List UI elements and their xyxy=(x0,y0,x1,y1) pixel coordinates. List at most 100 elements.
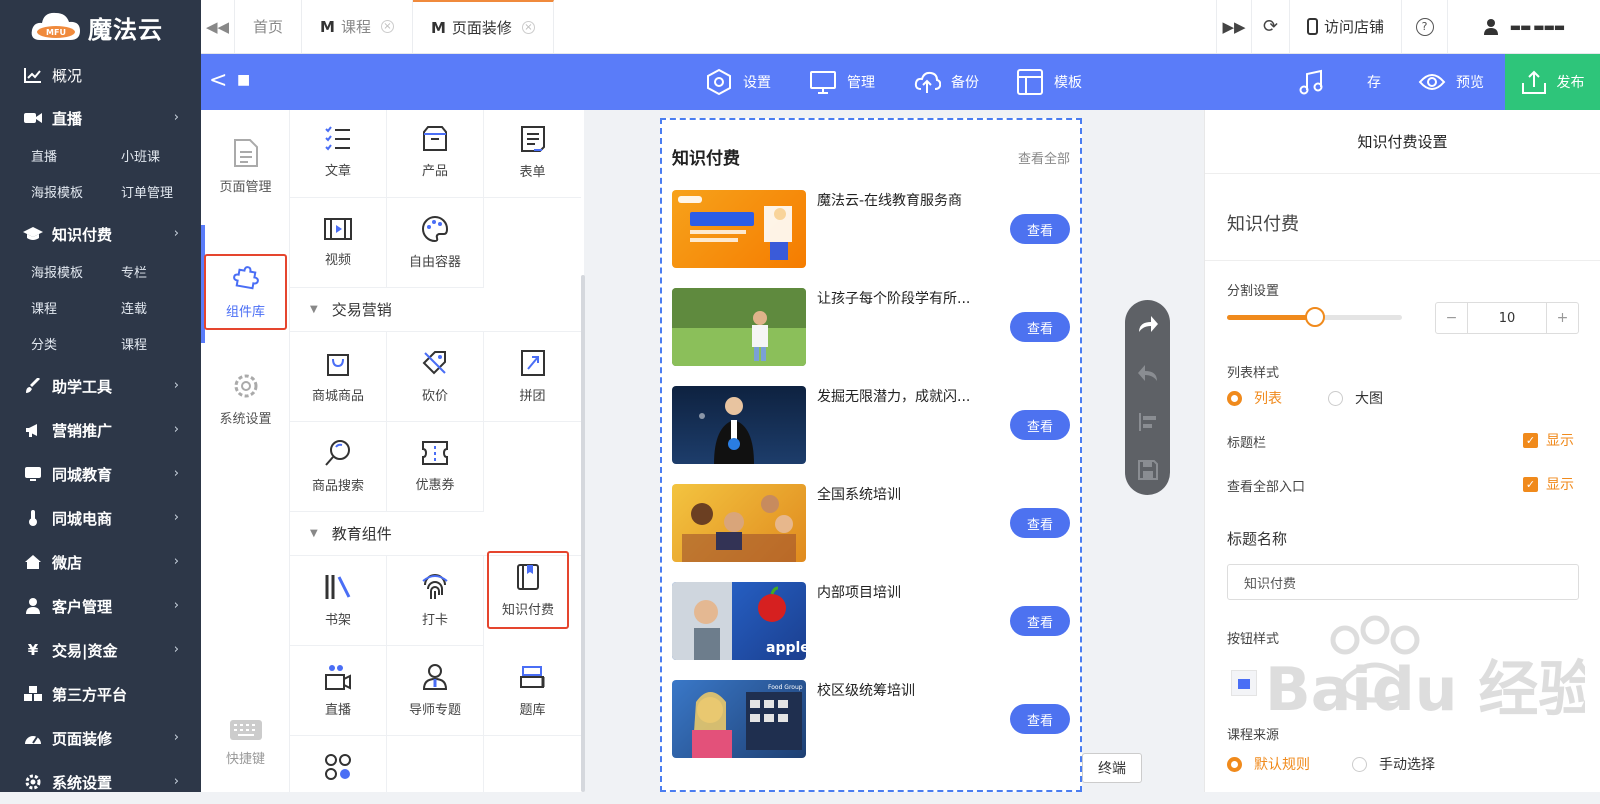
back-button[interactable]: < xyxy=(209,68,227,93)
nav-item-local-edu[interactable]: 同城教育 › xyxy=(0,452,201,496)
divider-slider[interactable] xyxy=(1227,307,1402,327)
view-button[interactable]: 查看 xyxy=(1010,606,1070,636)
save-button[interactable]: 存 xyxy=(1367,54,1381,110)
redo-button[interactable] xyxy=(1125,300,1170,348)
nav-item-trade-funds[interactable]: ¥ 交易|资金 › xyxy=(0,628,201,672)
shortcuts-button[interactable]: 快捷键 xyxy=(201,720,290,767)
component-lib-button[interactable]: 组件库 xyxy=(204,254,287,330)
list-item[interactable]: 全国系统培训 查看 xyxy=(672,484,1070,564)
nav-item-customers[interactable]: 客户管理 › xyxy=(0,584,201,628)
visit-store-button[interactable]: 访问店铺 xyxy=(1290,0,1402,53)
scroll-right-button[interactable]: ▶▶ xyxy=(1216,0,1252,53)
slider-handle[interactable] xyxy=(1304,307,1325,327)
undo-button[interactable] xyxy=(1125,349,1170,397)
list-item[interactable]: apple 内部项目培训 查看 xyxy=(672,582,1070,662)
sub-item[interactable]: 海报模板 xyxy=(31,256,121,292)
component-video[interactable]: 视频 xyxy=(290,198,387,288)
radio-list[interactable] xyxy=(1227,390,1242,406)
nav-item-system-settings[interactable]: 系统设置 › xyxy=(0,760,201,804)
radio-big-image[interactable] xyxy=(1328,390,1343,406)
component-article[interactable]: 文章 xyxy=(290,110,387,198)
refresh-button[interactable]: ⟳ xyxy=(1252,0,1290,53)
see-all-toggle[interactable]: ✓ 显示 xyxy=(1523,474,1574,494)
close-icon[interactable]: × xyxy=(521,21,535,34)
radio-manual-select[interactable] xyxy=(1352,756,1367,772)
sub-item[interactable]: 课程 xyxy=(31,292,121,328)
component-knowledge-paid[interactable]: 知识付费 xyxy=(487,551,569,629)
music-button[interactable] xyxy=(1297,54,1325,110)
sub-item[interactable]: 分类 xyxy=(31,328,121,364)
title-name-input[interactable] xyxy=(1227,564,1579,600)
component-live[interactable]: 直播 xyxy=(290,646,387,736)
close-icon[interactable]: × xyxy=(380,20,394,33)
view-button[interactable]: 查看 xyxy=(1010,410,1070,440)
view-button[interactable]: 查看 xyxy=(1010,508,1070,538)
nav-item-overview[interactable]: 概况 xyxy=(0,54,201,96)
view-button[interactable]: 查看 xyxy=(1010,312,1070,342)
nav-item-page-decor[interactable]: 页面装修 › xyxy=(0,716,201,760)
align-button[interactable] xyxy=(1125,398,1170,446)
sub-item[interactable]: 直播 xyxy=(31,140,121,176)
preview-button[interactable]: 预览 xyxy=(1418,54,1484,110)
nav-item-live[interactable]: 直播 › xyxy=(0,96,201,140)
view-button[interactable]: 查看 xyxy=(1010,214,1070,244)
component-group-buy[interactable]: 拼团 xyxy=(484,332,581,422)
radio-default-rule[interactable] xyxy=(1227,756,1242,772)
view-button[interactable]: 查看 xyxy=(1010,704,1070,734)
tab-course[interactable]: M 课程 × xyxy=(302,0,413,53)
nav-item-third-party[interactable]: 第三方平台 xyxy=(0,672,201,716)
title-bar-toggle[interactable]: ✓ 显示 xyxy=(1523,430,1574,450)
component-form[interactable]: 表单 xyxy=(484,110,581,198)
settings-button[interactable]: 设置 xyxy=(705,54,771,110)
tab-home[interactable]: 首页 xyxy=(235,0,303,53)
section-trade-marketing[interactable]: ▼ 交易营销 xyxy=(290,288,584,332)
component-coupon[interactable]: 优惠券 xyxy=(387,422,484,512)
nav-item-local-ecom[interactable]: 同城电商 › xyxy=(0,496,201,540)
component-question-bank[interactable]: 题库 xyxy=(484,646,581,736)
sub-item[interactable]: 小班课 xyxy=(121,140,211,176)
list-item[interactable]: Food Group 校区级统筹培训 查看 xyxy=(672,680,1070,760)
help-button[interactable]: ? xyxy=(1402,0,1448,53)
page-manage-button[interactable]: 页面管理 xyxy=(201,138,290,195)
sub-item[interactable]: 连载 xyxy=(121,292,211,328)
component-mall-goods[interactable]: 商城商品 xyxy=(290,332,387,422)
tab-page-decor[interactable]: M 页面装修 × xyxy=(412,0,554,53)
increment-button[interactable]: + xyxy=(1546,303,1578,333)
component-checkin[interactable]: 打卡 xyxy=(387,556,484,646)
system-settings-button[interactable]: 系统设置 xyxy=(201,372,290,427)
nav-item-micro-store[interactable]: 微店 › xyxy=(0,540,201,584)
checkbox-checked-icon[interactable]: ✓ xyxy=(1523,432,1538,448)
nav-item-knowledge[interactable]: 知识付费 › xyxy=(0,212,201,256)
component-bookshelf[interactable]: 书架 xyxy=(290,556,387,646)
component-category[interactable]: 分类 xyxy=(290,736,387,792)
knowledge-paid-block[interactable]: 知识付费 查看全部 魔法云-在线教育服务商 查看 让孩子每个阶段学有所... 查… xyxy=(660,118,1082,792)
backup-button[interactable]: 备份 xyxy=(913,54,979,110)
sub-item[interactable]: 课程 xyxy=(121,328,211,364)
component-mentor[interactable]: 导师专题 xyxy=(387,646,484,736)
component-bargain[interactable]: 砍价 xyxy=(387,332,484,422)
sub-item[interactable]: 海报模板 xyxy=(31,176,121,212)
panel-scrollbar[interactable] xyxy=(581,275,585,792)
button-style-option[interactable] xyxy=(1231,670,1257,696)
user-menu[interactable]: ▬▬ ▬▬▬ xyxy=(1448,0,1600,53)
list-item[interactable]: 魔法云-在线教育服务商 查看 xyxy=(672,190,1070,270)
nav-item-marketing[interactable]: 营销推广 › xyxy=(0,408,201,452)
sub-item[interactable]: 专栏 xyxy=(121,256,211,292)
template-button[interactable]: 模板 xyxy=(1016,54,1082,110)
stepper-value[interactable]: 10 xyxy=(1468,303,1546,333)
component-goods-search[interactable]: 商品搜索 xyxy=(290,422,387,512)
decrement-button[interactable]: − xyxy=(1436,303,1468,333)
manage-button[interactable]: 管理 xyxy=(809,54,875,110)
scroll-left-button[interactable]: ◀◀ xyxy=(201,0,235,53)
list-item[interactable]: 让孩子每个阶段学有所... 查看 xyxy=(672,288,1070,368)
section-education[interactable]: ▼ 教育组件 xyxy=(290,512,584,556)
checkbox-checked-icon[interactable]: ✓ xyxy=(1523,476,1538,492)
component-product[interactable]: 产品 xyxy=(387,110,484,198)
component-free-container[interactable]: 自由容器 xyxy=(387,198,484,288)
list-item[interactable]: 发掘无限潜力，成就闪... 查看 xyxy=(672,386,1070,466)
sub-item[interactable]: 订单管理 xyxy=(121,176,211,212)
save-draft-button[interactable] xyxy=(1125,446,1170,494)
nav-item-study-tools[interactable]: 助学工具 › xyxy=(0,364,201,408)
see-all-link[interactable]: 查看全部 xyxy=(1018,148,1070,167)
publish-button[interactable]: 发布 xyxy=(1505,54,1600,110)
